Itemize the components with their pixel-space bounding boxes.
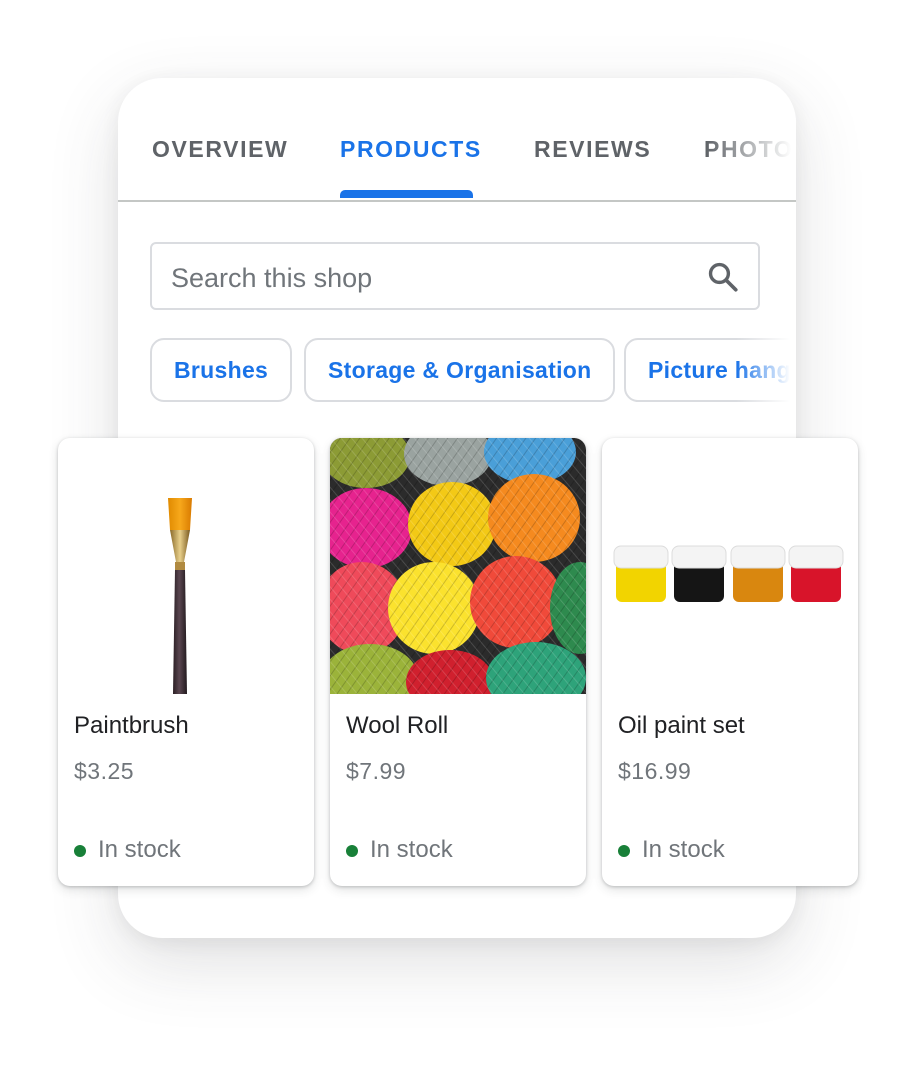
paint-jars-image (602, 438, 858, 694)
product-name: Oil paint set (618, 712, 745, 739)
product-card-wool-roll[interactable]: Wool Roll $7.99 In stock (330, 438, 586, 886)
stock-label: In stock (370, 836, 453, 863)
tab-bar: OVERVIEW PRODUCTS REVIEWS PHOTOS (118, 78, 796, 202)
product-card-paintbrush[interactable]: Paintbrush $3.25 In stock (58, 438, 314, 886)
in-stock-dot-icon (74, 845, 86, 857)
paintbrush-image (58, 438, 314, 694)
product-name: Paintbrush (74, 712, 189, 739)
product-price: $16.99 (618, 758, 692, 784)
search-input[interactable]: Search this shop (150, 242, 760, 310)
chip-brushes[interactable]: Brushes (150, 338, 293, 402)
tab-reviews[interactable]: REVIEWS (534, 136, 651, 200)
tab-photos[interactable]: PHOTOS (704, 136, 796, 200)
product-price: $7.99 (346, 758, 407, 784)
chip-storage-organisation[interactable]: Storage & Organisation (304, 338, 616, 402)
active-tab-indicator (340, 190, 473, 198)
wool-yarn-image (330, 438, 586, 694)
product-name: Wool Roll (346, 712, 449, 739)
tab-overview[interactable]: OVERVIEW (152, 136, 288, 200)
in-stock-dot-icon (346, 845, 358, 857)
product-card-oil-paint-set[interactable]: Oil paint set $16.99 In stock (602, 438, 858, 886)
stock-label: In stock (98, 836, 181, 863)
product-price: $3.25 (74, 758, 135, 784)
category-chips: Brushes Storage & Organisation Picture h… (150, 338, 796, 402)
stock-label: In stock (642, 836, 725, 863)
in-stock-dot-icon (618, 845, 630, 857)
chip-overflow-fade (736, 328, 796, 418)
search-icon[interactable] (706, 260, 740, 294)
search-placeholder: Search this shop (171, 263, 373, 293)
